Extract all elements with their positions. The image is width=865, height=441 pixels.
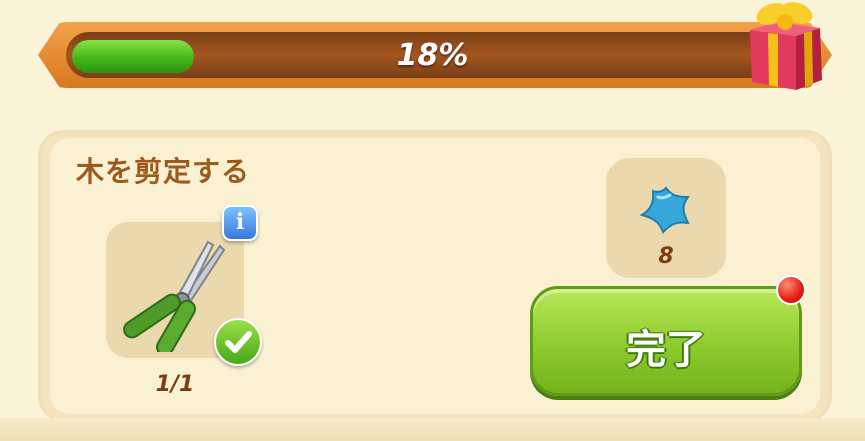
notification-badge [776, 275, 806, 305]
blue-star-icon [639, 186, 690, 234]
check-icon [214, 318, 262, 366]
complete-button[interactable]: 完了 [530, 286, 802, 396]
gift-box-icon[interactable] [742, 0, 828, 92]
progress-percent-label: 18% [396, 38, 469, 73]
info-icon[interactable]: i [222, 205, 258, 241]
reward-count: 8 [658, 244, 674, 269]
bottom-edge [0, 418, 865, 441]
tool-count: 1/1 [155, 372, 195, 397]
complete-button-label: 完了 [626, 327, 706, 373]
task-title: 木を剪定する [76, 155, 251, 188]
